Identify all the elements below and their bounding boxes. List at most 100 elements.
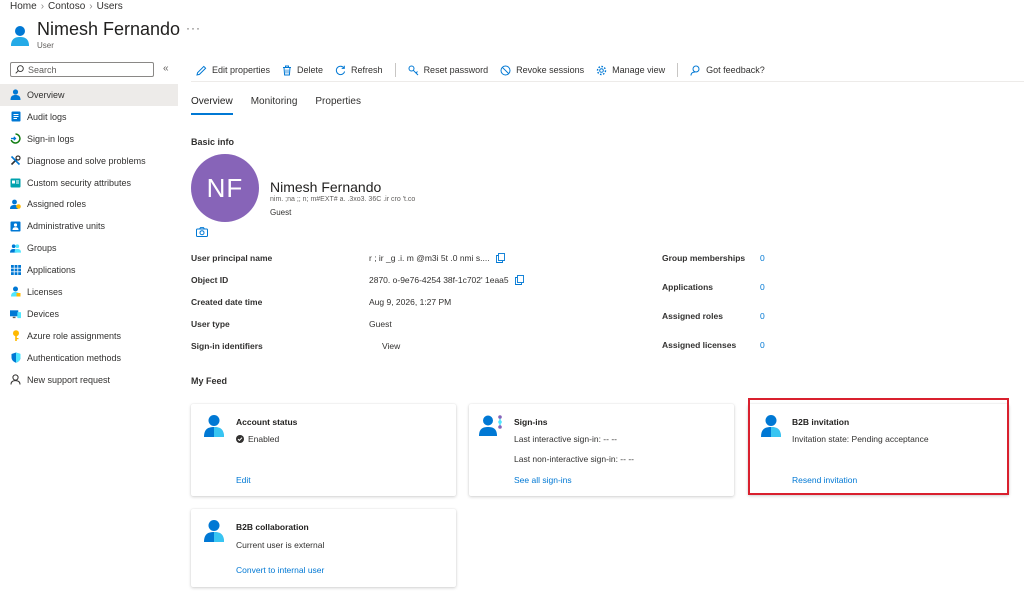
sign-ins-title: Sign-ins <box>514 417 548 427</box>
search-input[interactable] <box>28 64 138 75</box>
sidebar-item-groups[interactable]: Groups <box>0 237 178 259</box>
prop-label-object-id: Object ID <box>191 275 229 285</box>
roles-icon <box>10 199 21 210</box>
breadcrumb-contoso[interactable]: Contoso <box>48 1 85 12</box>
refresh-button[interactable]: Refresh <box>335 65 383 76</box>
sidebar-item-administrative-units[interactable]: Administrative units <box>0 215 178 237</box>
sidebar-item-devices[interactable]: Devices <box>0 303 178 325</box>
sidebar-item-label: Licenses <box>27 286 63 297</box>
sidebar-item-assigned-roles[interactable]: Assigned roles <box>0 193 178 215</box>
prop-label-created: Created date time <box>191 297 263 307</box>
sidebar-item-licenses[interactable]: Licenses <box>0 281 178 303</box>
key-icon <box>408 65 418 75</box>
my-feed-heading: My Feed <box>191 376 228 386</box>
sign-ins-card: Sign-ins Last interactive sign-in: -- --… <box>469 404 734 496</box>
sidebar-item-authentication-methods[interactable]: Authentication methods <box>0 347 178 369</box>
account-status-value: Enabled <box>236 434 279 444</box>
command-bar: Edit properties Delete Refresh Reset pas… <box>196 62 777 78</box>
manage-view-label: Manage view <box>612 65 666 75</box>
sidebar-item-new-support-request[interactable]: New support request <box>0 369 178 391</box>
sidebar-item-sign-in-logs[interactable]: Sign-in logs <box>0 128 178 150</box>
search-box[interactable] <box>10 62 154 77</box>
sidebar-item-label: Devices <box>27 308 60 319</box>
edit-account-status-link[interactable]: Edit <box>236 475 251 485</box>
gear-icon <box>596 65 607 75</box>
count-value-assigned-licenses[interactable]: 0 <box>760 340 765 350</box>
search-icon <box>15 65 24 74</box>
count-label-assigned-roles: Assigned roles <box>662 311 723 321</box>
edit-properties-label: Edit properties <box>212 65 271 75</box>
chevron-right-icon: › <box>40 1 45 12</box>
count-value-assigned-roles[interactable]: 0 <box>760 311 765 321</box>
prop-label-user-type: User type <box>191 319 230 329</box>
account-status-title: Account status <box>236 417 298 427</box>
got-feedback-button[interactable]: Got feedback? <box>690 65 765 76</box>
breadcrumb-home[interactable]: Home <box>10 1 37 12</box>
sidebar-item-label: Administrative units <box>27 221 106 232</box>
delete-label: Delete <box>297 65 324 75</box>
manage-view-button[interactable]: Manage view <box>596 65 665 76</box>
count-label-group-memberships: Group memberships <box>662 253 746 263</box>
sidebar-item-label: Custom security attributes <box>27 177 132 188</box>
count-value-applications[interactable]: 0 <box>760 282 765 292</box>
groups-icon <box>10 243 21 254</box>
shield-icon <box>10 352 21 363</box>
sidebar-item-overview[interactable]: Overview <box>0 84 178 106</box>
sidebar-item-diagnose[interactable]: Diagnose and solve problems <box>0 150 178 172</box>
breadcrumb: Home › Contoso › Users <box>10 1 123 12</box>
toolbar-divider <box>677 63 679 77</box>
revoke-sessions-button[interactable]: Revoke sessions <box>500 65 584 76</box>
profile-mail: nim. ;na ;; n; m#EXT# a. .3xo3. 36C .ir … <box>270 196 416 203</box>
tab-monitoring[interactable]: Monitoring <box>251 96 298 115</box>
see-all-sign-ins-link[interactable]: See all sign-ins <box>514 475 572 485</box>
tab-bar: Overview Monitoring Properties <box>191 96 361 115</box>
camera-icon[interactable] <box>196 227 208 237</box>
sidebar-item-label: Groups <box>27 243 57 254</box>
sidebar-item-label: Diagnose and solve problems <box>27 155 146 166</box>
revoke-sessions-label: Revoke sessions <box>516 65 585 75</box>
page-title: Nimesh Fernando <box>37 19 181 39</box>
refresh-icon <box>335 65 346 75</box>
prop-value-object-id: 2870. o-9e76-4254 38f-1c702' 1eaa5 <box>369 275 524 285</box>
b2b-collaboration-title: B2B collaboration <box>236 522 309 532</box>
convert-to-internal-user-link[interactable]: Convert to internal user <box>236 565 324 575</box>
sidebar-item-audit-logs[interactable]: Audit logs <box>0 106 178 128</box>
admin-units-icon <box>10 221 21 232</box>
sidebar-item-label: Overview <box>27 89 65 100</box>
count-label-assigned-licenses: Assigned licenses <box>662 340 737 350</box>
avatar: NF <box>191 154 259 222</box>
user-icon <box>10 89 21 101</box>
sidebar-item-label: Sign-in logs <box>27 133 75 144</box>
sidebar-item-label: Azure role assignments <box>27 330 122 341</box>
breadcrumb-users[interactable]: Users <box>97 1 123 12</box>
toolbar-divider-line <box>191 81 1024 82</box>
reset-password-button[interactable]: Reset password <box>408 65 488 76</box>
prop-value-user-type: Guest <box>369 319 392 329</box>
tab-overview[interactable]: Overview <box>191 96 233 115</box>
sidebar-item-custom-security-attributes[interactable]: Custom security attributes <box>0 172 178 194</box>
count-value-group-memberships[interactable]: 0 <box>760 253 765 263</box>
check-circle-icon <box>236 435 244 443</box>
prop-value-created: Aug 9, 2026, 1:27 PM <box>369 297 452 307</box>
audit-log-icon <box>10 111 21 122</box>
sign-in-identifiers-view-link[interactable]: View <box>382 341 400 351</box>
block-icon <box>500 65 511 75</box>
sidebar-item-azure-role-assignments[interactable]: Azure role assignments <box>0 325 178 347</box>
sign-in-icon <box>10 133 21 144</box>
devices-icon <box>10 308 21 319</box>
edit-properties-button[interactable]: Edit properties <box>196 65 270 76</box>
delete-button[interactable]: Delete <box>282 65 323 76</box>
applications-icon <box>10 265 21 276</box>
highlight-box <box>748 398 1009 495</box>
last-non-interactive-sign-in: Last non-interactive sign-in: -- -- <box>514 454 634 464</box>
sidebar-item-applications[interactable]: Applications <box>0 259 178 281</box>
copy-icon[interactable] <box>495 253 505 263</box>
collapse-sidebar-icon[interactable]: « <box>163 63 169 74</box>
tab-properties[interactable]: Properties <box>315 96 361 115</box>
basic-info-heading: Basic info <box>191 137 235 147</box>
licenses-icon <box>10 286 21 297</box>
last-interactive-sign-in: Last interactive sign-in: -- -- <box>514 434 617 444</box>
got-feedback-label: Got feedback? <box>706 65 765 75</box>
copy-icon[interactable] <box>514 275 524 285</box>
more-options-icon[interactable]: ··· <box>186 21 201 35</box>
